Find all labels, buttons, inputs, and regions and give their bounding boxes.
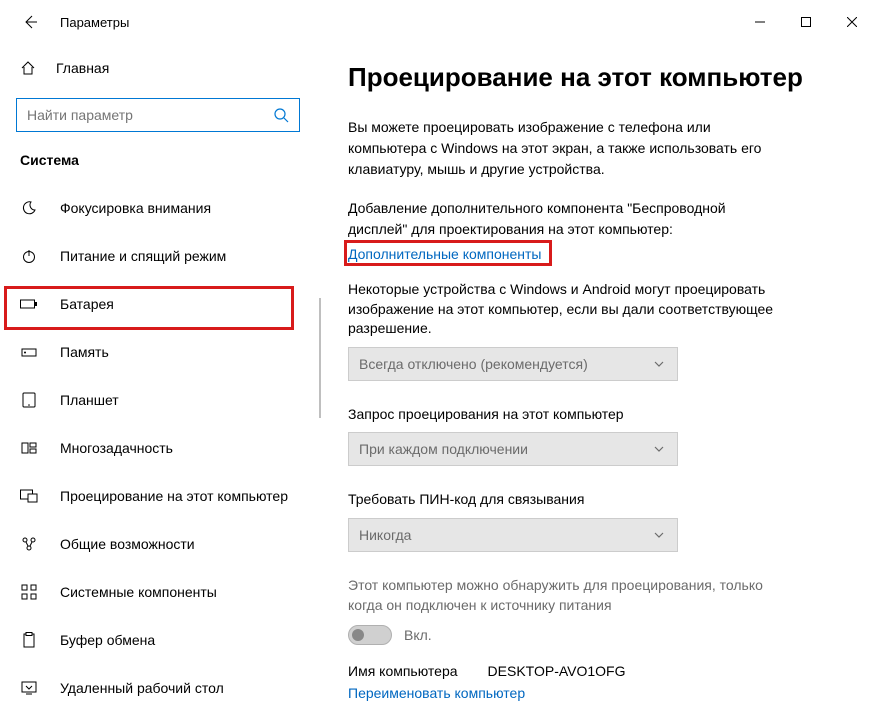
discovery-text: Этот компьютер можно обнаружить для прое… <box>348 576 778 615</box>
sidebar-item-components[interactable]: Системные компоненты <box>0 568 316 616</box>
tablet-icon <box>20 392 38 408</box>
sidebar-item-label: Многозадачность <box>60 440 173 456</box>
sidebar-item-remote[interactable]: Удаленный рабочий стол <box>0 664 316 712</box>
dropdown-value: Всегда отключено (рекомендуется) <box>359 356 651 372</box>
maximize-button[interactable] <box>783 6 829 38</box>
search-box[interactable] <box>16 98 300 132</box>
category-header: Система <box>0 142 316 174</box>
setting-availability-label: Некоторые устройства с Windows и Android… <box>348 280 778 339</box>
sidebar-item-tablet[interactable]: Планшет <box>0 376 316 424</box>
window-title: Параметры <box>60 15 129 30</box>
sidebar-item-label: Буфер обмена <box>60 632 155 648</box>
setting-ask-dropdown[interactable]: При каждом подключении <box>348 432 678 466</box>
main-content: Проецирование на этот компьютер Вы может… <box>320 44 883 706</box>
sidebar-item-power[interactable]: Питание и спящий режим <box>0 232 316 280</box>
search-input[interactable] <box>27 107 269 123</box>
dropdown-value: Никогда <box>359 527 651 543</box>
rename-pc-link[interactable]: Переименовать компьютер <box>348 685 525 701</box>
storage-icon <box>20 344 38 360</box>
power-icon <box>20 248 38 264</box>
add-feature-text: Добавление дополнительного компонента "Б… <box>348 198 778 240</box>
pc-name-value: DESKTOP-AVO1OFG <box>488 663 626 679</box>
sidebar-item-multitasking[interactable]: Многозадачность <box>0 424 316 472</box>
minimize-button[interactable] <box>737 6 783 38</box>
setting-pin-dropdown[interactable]: Никогда <box>348 518 678 552</box>
multitasking-icon <box>20 440 38 456</box>
page-title: Проецирование на этот компьютер <box>348 62 853 93</box>
home-icon <box>20 60 38 76</box>
moon-icon <box>20 200 38 216</box>
sidebar-item-label: Батарея <box>60 296 114 312</box>
setting-availability-dropdown[interactable]: Всегда отключено (рекомендуется) <box>348 347 678 381</box>
battery-icon <box>20 298 38 310</box>
pc-name-label: Имя компьютера <box>348 663 458 679</box>
remote-icon <box>20 680 38 696</box>
sidebar: Главная Система Фокусировка внимания Пит… <box>0 44 320 706</box>
sidebar-item-battery[interactable]: Батарея <box>0 280 316 328</box>
toggle-label: Вкл. <box>404 627 432 643</box>
sidebar-item-label: Фокусировка внимания <box>60 200 211 216</box>
sidebar-item-label: Память <box>60 344 109 360</box>
setting-pin-label: Требовать ПИН-код для связывания <box>348 490 778 510</box>
home-nav[interactable]: Главная <box>0 48 316 88</box>
sidebar-item-label: Планшет <box>60 392 119 408</box>
dropdown-value: При каждом подключении <box>359 441 651 457</box>
discovery-toggle[interactable] <box>348 625 392 645</box>
optional-features-link[interactable]: Дополнительные компоненты <box>348 246 542 262</box>
maximize-icon <box>801 17 811 27</box>
title-bar: Параметры <box>0 0 883 44</box>
components-icon <box>20 584 38 600</box>
intro-text: Вы можете проецировать изображение с тел… <box>348 117 778 180</box>
minimize-icon <box>755 17 765 27</box>
sidebar-item-label: Питание и спящий режим <box>60 248 226 264</box>
sidebar-item-label: Удаленный рабочий стол <box>60 680 224 696</box>
sidebar-item-clipboard[interactable]: Буфер обмена <box>0 616 316 664</box>
sidebar-item-shared[interactable]: Общие возможности <box>0 520 316 568</box>
close-icon <box>847 17 857 27</box>
projecting-icon <box>20 489 38 503</box>
sidebar-item-storage[interactable]: Память <box>0 328 316 376</box>
chevron-down-icon <box>651 443 667 455</box>
close-button[interactable] <box>829 6 875 38</box>
chevron-down-icon <box>651 529 667 541</box>
sidebar-item-projecting[interactable]: Проецирование на этот компьютер <box>0 472 316 520</box>
shared-icon <box>20 536 38 552</box>
setting-ask-label: Запрос проецирования на этот компьютер <box>348 405 778 425</box>
sidebar-item-label: Проецирование на этот компьютер <box>60 488 288 504</box>
clipboard-icon <box>20 632 38 648</box>
arrow-left-icon <box>22 14 38 30</box>
chevron-down-icon <box>651 358 667 370</box>
sidebar-item-focus[interactable]: Фокусировка внимания <box>0 184 316 232</box>
home-label: Главная <box>56 60 109 76</box>
search-icon <box>269 107 293 123</box>
sidebar-item-label: Системные компоненты <box>60 584 217 600</box>
sidebar-item-label: Общие возможности <box>60 536 195 552</box>
back-button[interactable] <box>8 0 52 44</box>
